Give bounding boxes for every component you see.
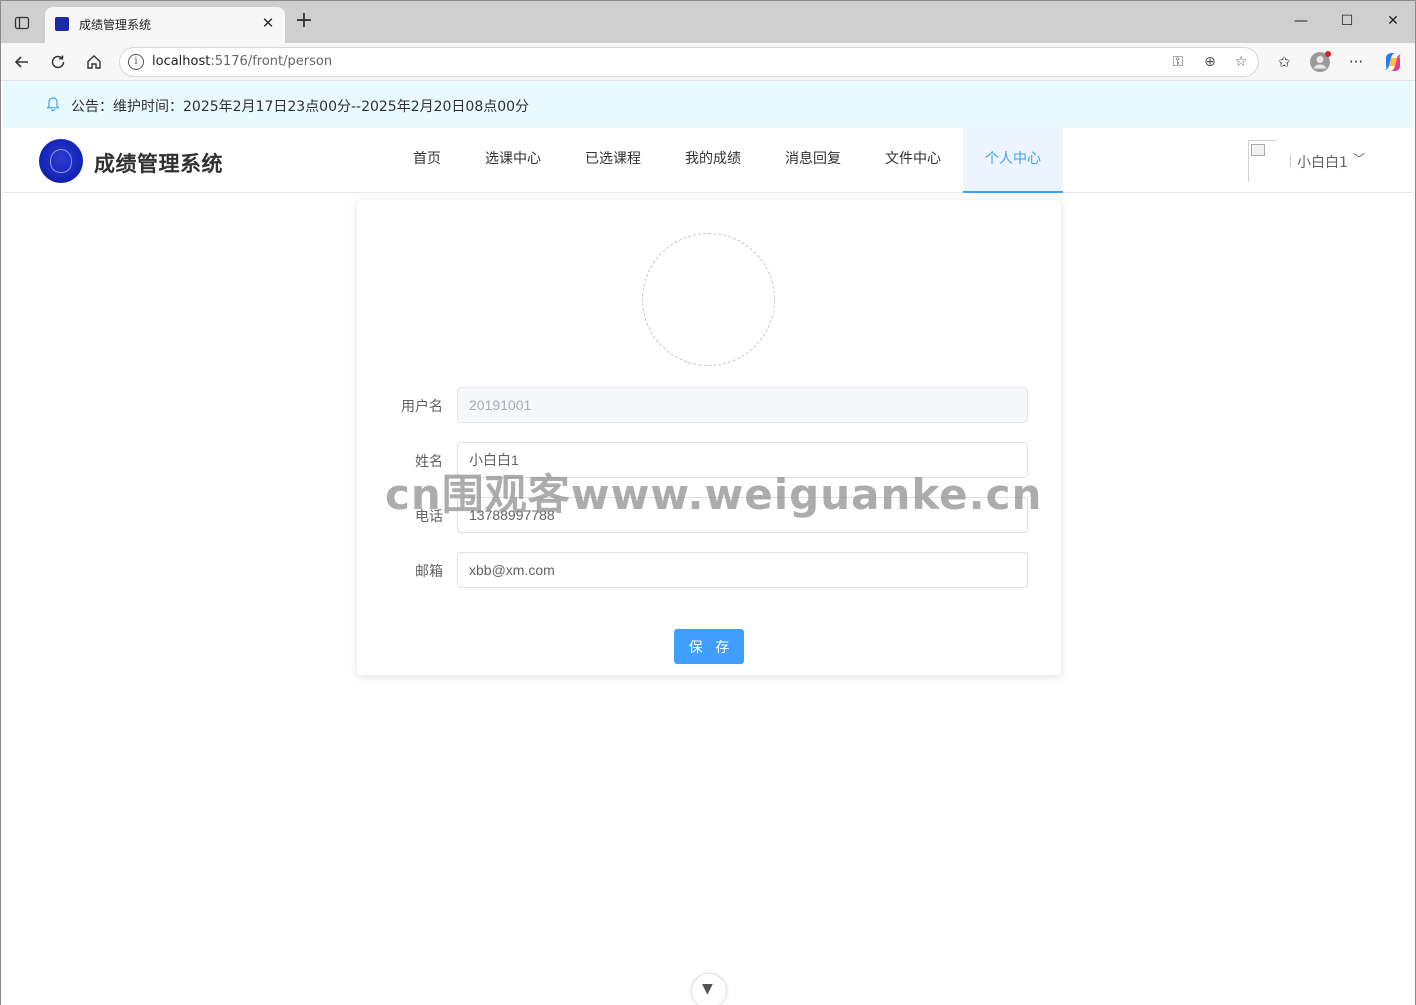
tab-actions-icon[interactable] xyxy=(9,10,35,36)
menu-item-files[interactable]: 文件中心 xyxy=(863,128,963,193)
favorites-icon[interactable]: ✩ xyxy=(1273,51,1295,73)
broken-image-icon xyxy=(1251,144,1265,156)
save-button[interactable]: 保 存 xyxy=(674,629,744,664)
menu-item-my-grades[interactable]: 我的成绩 xyxy=(663,128,763,193)
brand-title: 成绩管理系统 xyxy=(94,152,223,176)
copilot-icon[interactable] xyxy=(1382,51,1404,73)
maximize-icon[interactable]: ☐ xyxy=(1335,9,1359,33)
menu-item-course-selection[interactable]: 选课中心 xyxy=(463,128,563,193)
url-text[interactable]: localhost:5176/front/person xyxy=(152,54,332,69)
key-icon[interactable]: ⚿ xyxy=(1168,52,1188,72)
browser-window: 成绩管理系统 ✕ + — ☐ ✕ i localhost:5176/front/… xyxy=(0,0,1416,1005)
email-row: 邮箱 xyxy=(357,552,1061,588)
back-arrow-icon[interactable] xyxy=(9,49,35,75)
email-field[interactable] xyxy=(457,552,1028,588)
main-menu: 首页 选课中心 已选课程 我的成绩 消息回复 文件中心 个人中心 xyxy=(391,128,1063,193)
favicon-icon xyxy=(55,17,69,31)
menu-item-profile[interactable]: 个人中心 xyxy=(963,128,1063,193)
chevron-down-icon[interactable]: ﹀ xyxy=(1353,150,1365,167)
browser-tab[interactable]: 成绩管理系统 ✕ xyxy=(45,7,285,43)
close-window-icon[interactable]: ✕ xyxy=(1381,9,1405,33)
notice-bar: 公告：维护时间：2025年2月17日23点00分--2025年2月20日08点0… xyxy=(3,81,1413,128)
info-icon[interactable]: i xyxy=(128,54,144,70)
menu-item-home[interactable]: 首页 xyxy=(391,128,463,193)
user-name[interactable]: 小白白1 xyxy=(1297,152,1348,172)
watermark: cn围观客www.weiguanke.cn xyxy=(385,470,1043,519)
tab-title: 成绩管理系统 xyxy=(79,18,152,32)
chevron-down-icon: ▼ xyxy=(702,981,713,997)
logo[interactable] xyxy=(39,139,83,183)
profile-icon[interactable] xyxy=(1309,51,1331,73)
minimize-icon[interactable]: — xyxy=(1289,9,1313,33)
site-header: 成绩管理系统 首页 选课中心 已选课程 我的成绩 消息回复 文件中心 个人中心 … xyxy=(3,128,1413,193)
email-label: 邮箱 xyxy=(415,564,443,580)
menu-item-messages[interactable]: 消息回复 xyxy=(763,128,863,193)
profile-card: 用户名 姓名 电话 邮箱 保 存 xyxy=(357,200,1061,675)
username-row: 用户名 xyxy=(357,387,1061,423)
page-content: 公告：维护时间：2025年2月17日23点00分--2025年2月20日08点0… xyxy=(1,81,1415,1005)
avatar-uploader[interactable] xyxy=(642,233,775,366)
logo-emblem-icon xyxy=(50,149,72,173)
browser-toolbar: i localhost:5176/front/person ⚿ ⊕ ☆ ✩ ··… xyxy=(1,43,1415,81)
user-avatar[interactable] xyxy=(1248,140,1276,182)
notice-text: 公告：维护时间：2025年2月17日23点00分--2025年2月20日08点0… xyxy=(71,99,530,115)
star-icon[interactable]: ☆ xyxy=(1231,52,1251,72)
username-label: 用户名 xyxy=(401,399,443,415)
new-tab-icon[interactable]: + xyxy=(293,10,315,33)
bell-icon xyxy=(45,96,61,112)
scroll-down-button[interactable]: ▼ xyxy=(691,973,727,1005)
tab-strip: 成绩管理系统 ✕ + — ☐ ✕ xyxy=(1,1,1415,43)
home-icon[interactable] xyxy=(81,49,107,75)
more-icon[interactable]: ··· xyxy=(1345,51,1367,73)
reload-icon[interactable] xyxy=(45,49,71,75)
zoom-icon[interactable]: ⊕ xyxy=(1200,52,1220,72)
menu-item-selected-courses[interactable]: 已选课程 xyxy=(563,128,663,193)
close-tab-icon[interactable]: ✕ xyxy=(259,14,277,32)
username-field xyxy=(457,387,1028,423)
user-divider xyxy=(1290,155,1291,167)
address-bar[interactable]: i localhost:5176/front/person ⚿ ⊕ ☆ xyxy=(119,47,1259,77)
